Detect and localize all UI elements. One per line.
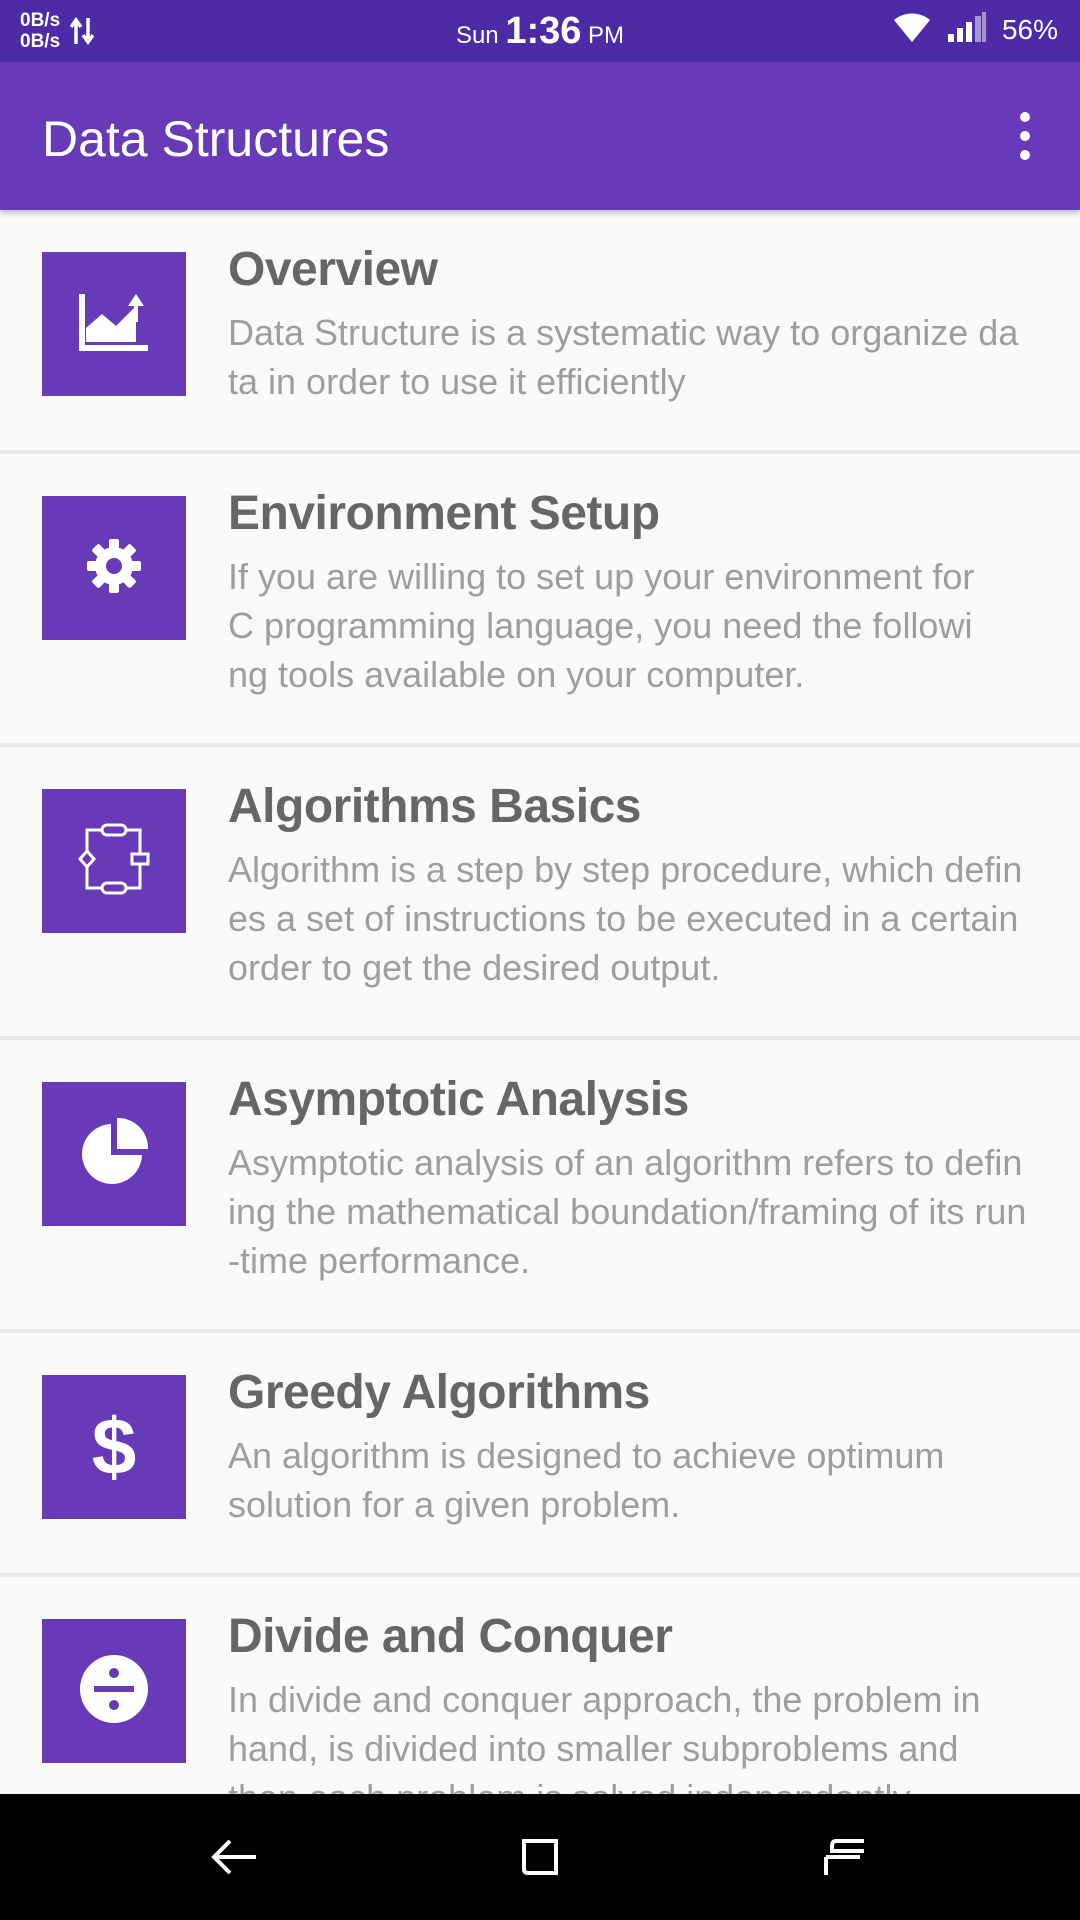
wifi-icon bbox=[892, 10, 932, 49]
item-title: Divide and Conquer bbox=[228, 1610, 673, 1663]
icon-tile bbox=[42, 1082, 186, 1226]
topic-list[interactable]: Overview Data Structure is a systematic … bbox=[0, 210, 1080, 1794]
item-title: Asymptotic Analysis bbox=[228, 1073, 689, 1126]
item-title: Overview bbox=[228, 243, 438, 296]
back-icon bbox=[211, 1839, 256, 1875]
app-title: Data Structures bbox=[42, 111, 390, 167]
dollar-icon: $ bbox=[91, 1402, 137, 1491]
item-description: Algorithm is a step by step procedure, w… bbox=[228, 849, 1023, 988]
gear-icon bbox=[84, 536, 144, 601]
overflow-menu-button[interactable] bbox=[1000, 104, 1050, 168]
item-title: Algorithms Basics bbox=[228, 780, 641, 833]
signal-icon bbox=[946, 10, 988, 49]
list-item-environment-setup[interactable]: Environment Setup If you are willing to … bbox=[0, 454, 1080, 747]
recent-apps-button[interactable] bbox=[810, 1824, 880, 1890]
battery-level: 56% bbox=[1001, 13, 1058, 45]
flowchart-icon bbox=[76, 821, 152, 902]
icon-tile: $ bbox=[42, 1375, 186, 1519]
more-vert-icon bbox=[1020, 112, 1030, 122]
list-item-divide-and-conquer[interactable]: Divide and Conquer In divide and conquer… bbox=[0, 1577, 1080, 1794]
list-item-overview[interactable]: Overview Data Structure is a systematic … bbox=[0, 210, 1080, 454]
icon-tile bbox=[42, 789, 186, 933]
item-description: An algorithm is designed to achieve opti… bbox=[228, 1435, 945, 1525]
list-item-asymptotic-analysis[interactable]: Asymptotic Analysis Asymptotic analysis … bbox=[0, 1040, 1080, 1333]
navigation-bar bbox=[0, 1794, 1080, 1920]
app-bar: Data Structures bbox=[0, 62, 1080, 210]
recent-apps-icon bbox=[824, 1839, 864, 1875]
home-button[interactable] bbox=[505, 1824, 575, 1890]
home-icon bbox=[522, 1839, 558, 1875]
item-description: Asymptotic analysis of an algorithm refe… bbox=[228, 1142, 1027, 1281]
list-item-algorithms-basics[interactable]: Algorithms Basics Algorithm is a step by… bbox=[0, 747, 1080, 1040]
pie-chart-icon bbox=[78, 1116, 150, 1193]
status-icons: 56% bbox=[892, 10, 1058, 49]
item-description: Data Structure is a systematic way to or… bbox=[228, 312, 1019, 402]
item-title: Environment Setup bbox=[228, 487, 660, 540]
back-button[interactable] bbox=[200, 1824, 270, 1890]
status-bar: 0B/s 0B/s Sun 1:36 PM 56% bbox=[0, 0, 1080, 62]
list-item-greedy-algorithms[interactable]: $ Greedy Algorithms An algorithm is desi… bbox=[0, 1333, 1080, 1577]
item-description: If you are willing to set up your enviro… bbox=[228, 556, 975, 695]
icon-tile bbox=[42, 252, 186, 396]
icon-tile bbox=[42, 1619, 186, 1763]
chart-icon bbox=[78, 292, 150, 357]
item-title: Greedy Algorithms bbox=[228, 1366, 650, 1419]
divide-icon bbox=[78, 1653, 150, 1730]
icon-tile bbox=[42, 496, 186, 640]
item-description: In divide and conquer approach, the prob… bbox=[228, 1679, 981, 1794]
